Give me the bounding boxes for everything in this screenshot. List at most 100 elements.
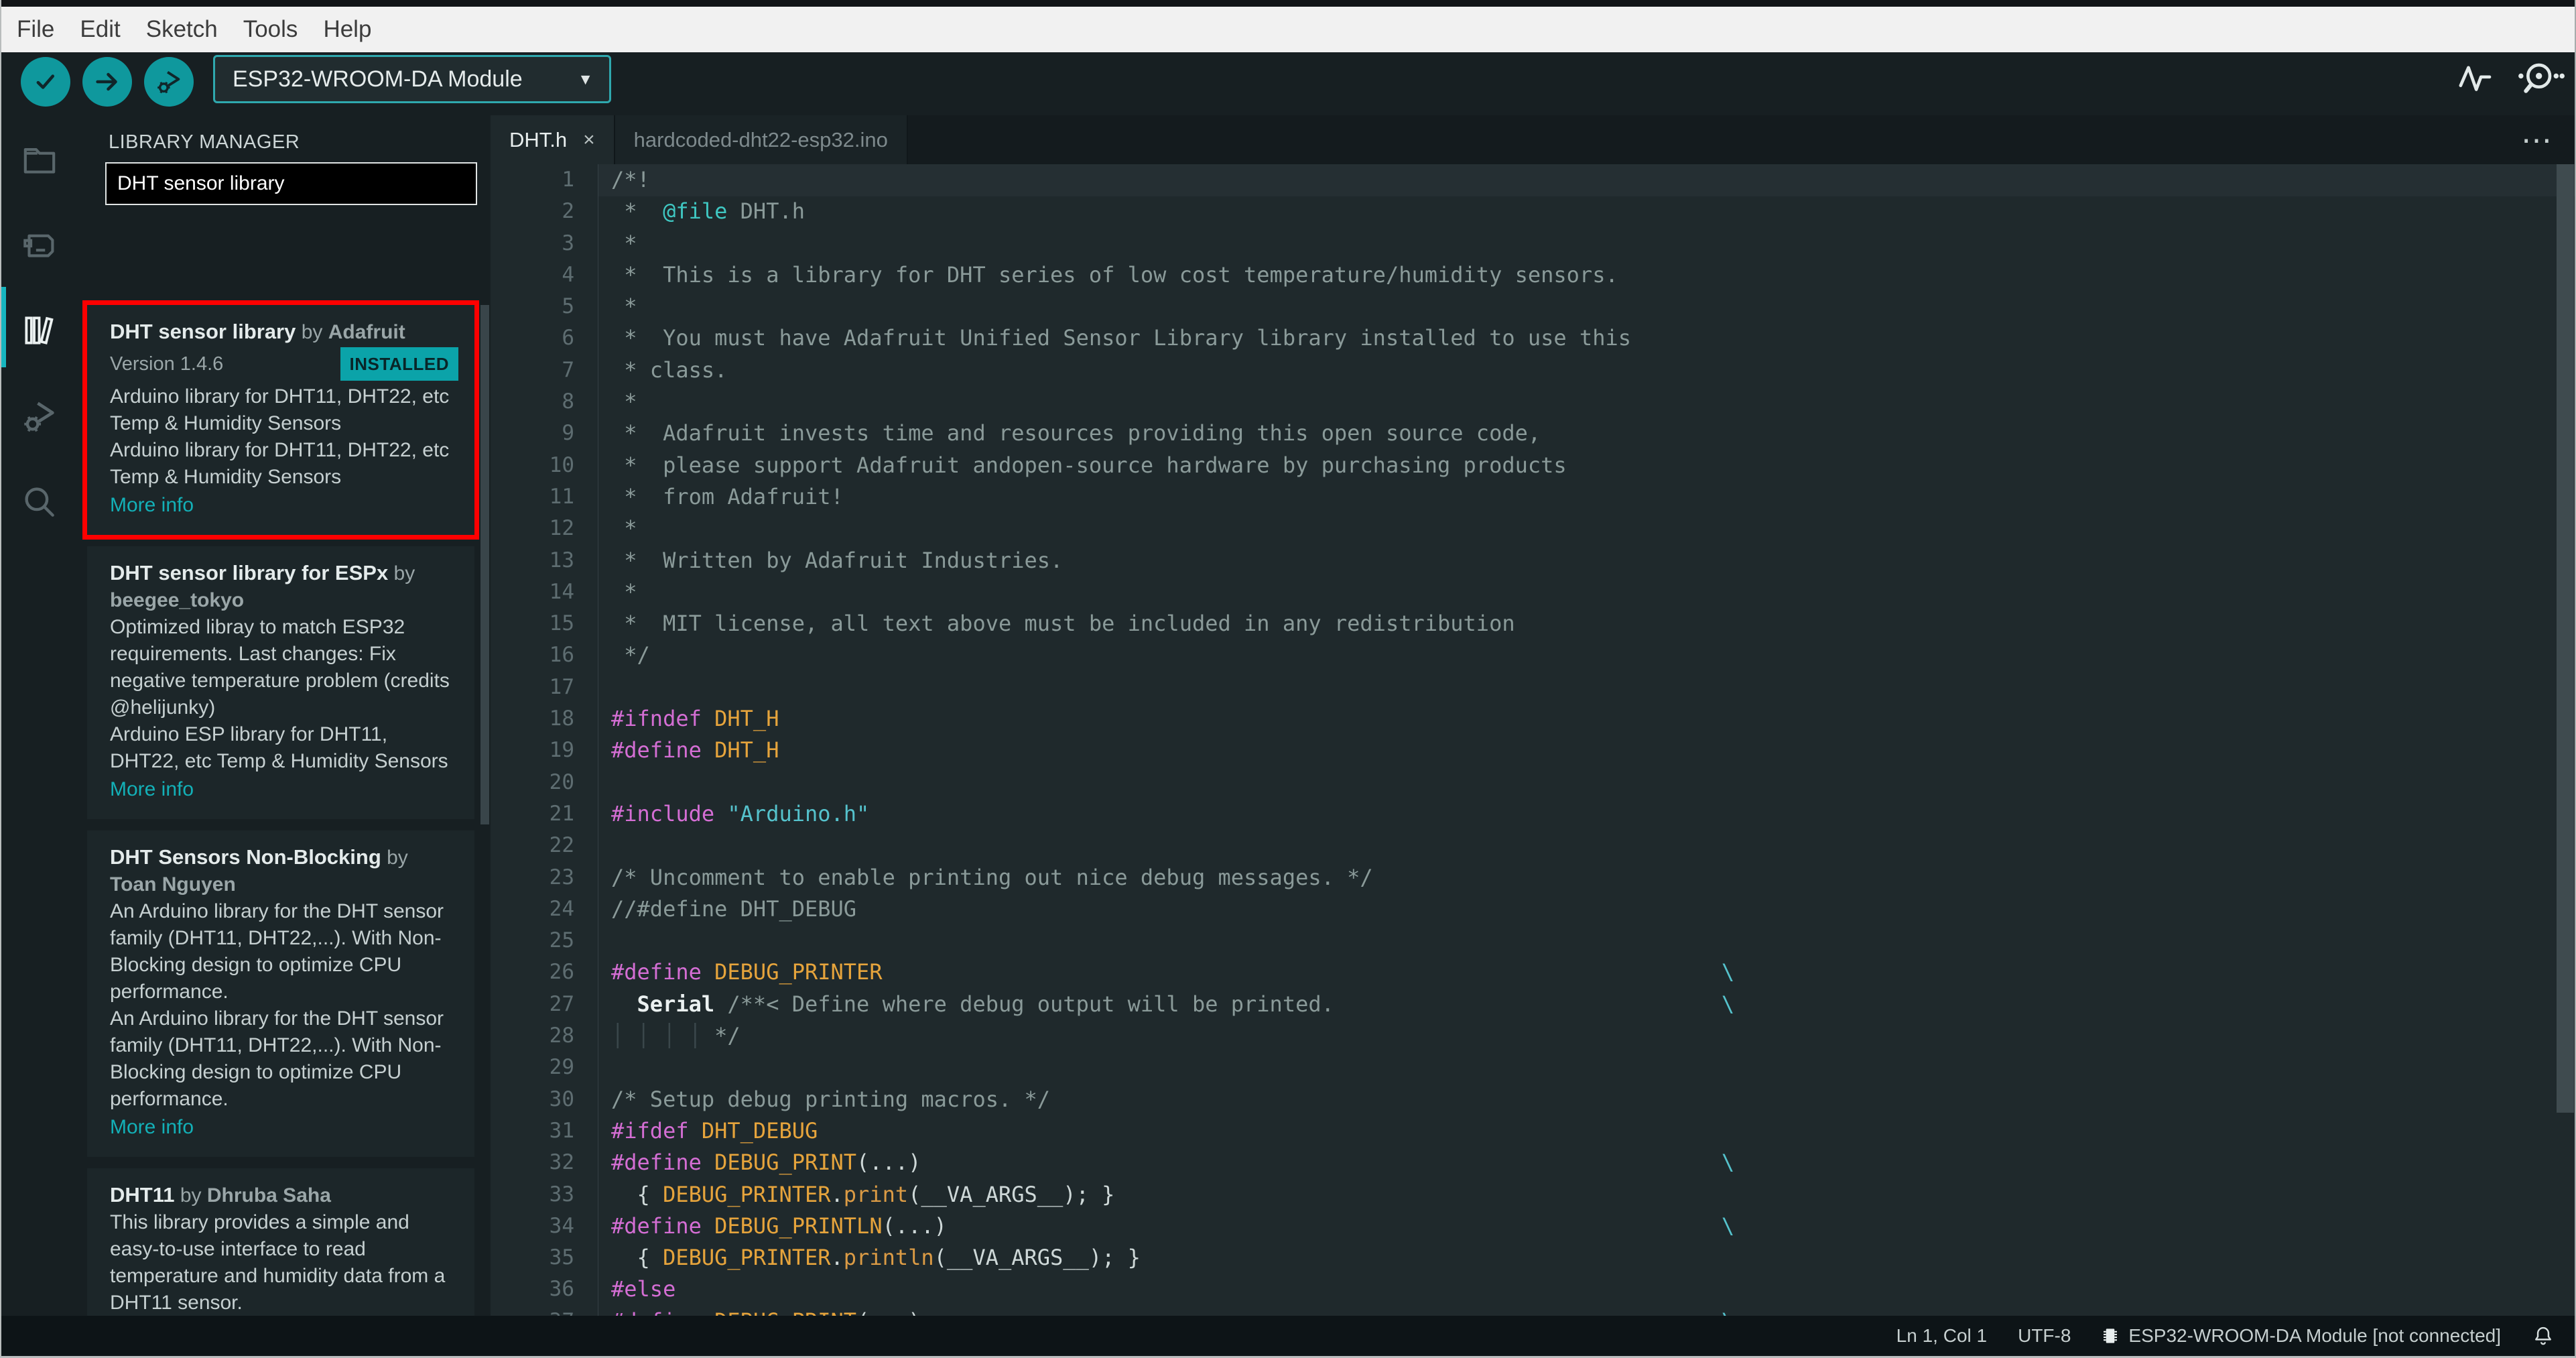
editor-scrollbar[interactable] [2557,164,2574,1113]
code-line: #include "Arduino.h" [611,800,870,826]
by-label: by [388,562,415,584]
line-number: 1 [562,168,574,192]
line-number: 6 [562,326,574,351]
menu-sketch[interactable]: Sketch [133,16,231,43]
debug-icon [24,402,54,432]
verify-button[interactable] [21,57,70,107]
by-label: by [296,321,328,343]
activity-sidebar [1,115,78,1316]
more-info-link[interactable]: More info [110,776,458,803]
right-arrow-icon [96,72,117,91]
code-line: #else [611,1276,676,1302]
code-line: /* Uncomment to enable printing out nice… [611,864,1373,890]
code-line: * [611,294,637,320]
more-info-link[interactable]: More info [110,492,458,519]
window-top-edge [1,0,2575,7]
tab-DHT.h[interactable]: DHT.h × [491,115,615,164]
panel-title: LIBRARY MANAGER [109,131,300,153]
upload-button[interactable] [82,57,132,107]
line-number: 24 [549,896,574,921]
line-number: 33 [549,1182,574,1207]
bell-icon [2535,1326,2551,1345]
code-line: #ifndef DHT_H [611,706,779,732]
line-number: 32 [549,1150,574,1175]
panel-scrollbar[interactable] [480,305,489,824]
library-description: An Arduino library for the DHT sensor fa… [110,900,444,1003]
code-line: * class. [611,357,728,383]
line-number: 20 [549,769,574,794]
line-number: 3 [562,231,574,255]
more-info-link[interactable]: More info [110,1114,458,1141]
code-line: #define DEBUG_PRINTER \ [611,959,1735,985]
code-line: #define DEBUG_PRINT(...) \ [611,1306,1734,1316]
library-author: beegee_tokyo [110,589,245,611]
line-number: 13 [549,548,574,572]
library-entry-title: DHT Sensors Non-Blocking by Toan Nguyen [110,844,458,898]
line-number: 34 [549,1213,574,1238]
library-entry[interactable]: DHT sensor library by Adafruit Version 1.… [82,300,479,540]
library-entry[interactable]: DHT11 by Dhruba Saha This library provide… [87,1168,474,1316]
library-author: Dhruba Saha [206,1184,331,1207]
code-line: │ │ │ │ */ [611,1023,740,1049]
library-entry[interactable]: DHT sensor library for ESPx by beegee_to… [87,546,474,819]
tab-hardcoded-dht22-esp32.ino[interactable]: hardcoded-dht22-esp32.ino [615,115,908,164]
library-name: DHT sensor library [110,320,296,343]
code-line: * [611,389,637,415]
code-editor-content[interactable]: /*! * @file DHT.h * * This is a library … [611,164,1734,1316]
line-number: 15 [549,611,574,636]
code-line: #ifdef DHT_DEBUG [611,1117,818,1144]
start-debugging-button[interactable] [144,57,194,107]
line-number: 12 [549,516,574,541]
line-number: 30 [549,1087,574,1111]
board-chip-icon [23,234,54,257]
line-number: 23 [549,865,574,889]
board-selector-dropdown[interactable]: ESP32-WROOM-DA Module ▼ [213,55,611,103]
library-entry[interactable]: DHT Sensors Non-Blocking by Toan Nguyen A… [87,830,474,1157]
line-number: 21 [549,801,574,826]
library-name: DHT11 [110,1183,175,1207]
line-number: 11 [549,484,574,509]
code-line: * This is a library for DHT series of lo… [611,261,1618,288]
notifications-button[interactable] [2532,1324,2555,1348]
line-number: 31 [549,1118,574,1143]
serial-plotter-button[interactable] [2457,60,2494,98]
sidebar-item-library-manager[interactable] [19,310,60,351]
editor-area: DHT.h × hardcoded-dht22-esp32.ino ⋯ 123456… [491,115,2575,1316]
line-number: 28 [549,1024,574,1048]
code-line: * from Adafruit! [611,483,844,509]
line-number: 10 [549,452,574,477]
line-number: 2 [562,199,574,224]
line-number: 5 [562,294,574,319]
code-line: * MIT license, all text above must be in… [611,611,1515,637]
board-connection-status[interactable]: ESP32-WROOM-DA Module [not connected] [2102,1325,2501,1347]
code-line: { DEBUG_PRINTER.println(__VA_ARGS__); } [611,1245,1141,1271]
menu-bar: File Edit Sketch Tools Help [1,7,2575,52]
code-line: * please support Adafruit andopen-source… [611,452,1567,478]
library-search-input[interactable] [105,162,477,205]
menu-help[interactable]: Help [310,16,384,43]
line-number: 22 [549,833,574,858]
menu-edit[interactable]: Edit [67,16,133,43]
line-number: 4 [562,262,574,287]
library-author: Adafruit [328,321,405,343]
encoding: UTF-8 [2018,1325,2071,1346]
sidebar-item-sketchbook[interactable] [19,139,60,180]
tab-strip: DHT.h × hardcoded-dht22-esp32.ino [491,115,2575,164]
library-description: Arduino ESP library for DHT11, DHT22, et… [110,723,448,772]
menu-tools[interactable]: Tools [231,16,311,43]
menu-file[interactable]: File [4,16,67,43]
sidebar-item-boards-manager[interactable] [19,225,60,266]
library-description: Optimized libray to match ESP32 requirem… [110,616,450,719]
code-line: /* Setup debug printing macros. */ [611,1086,1051,1112]
sidebar-item-search[interactable] [19,481,60,523]
sidebar-item-debug[interactable] [19,395,60,437]
close-tab-icon[interactable]: × [583,129,595,151]
line-number: 19 [549,738,574,763]
editor-overflow-menu[interactable]: ⋯ [2521,115,2556,164]
chip-icon [2104,1329,2118,1343]
code-line: * [611,578,637,605]
library-entry-title: DHT11 by Dhruba Saha [110,1182,458,1209]
code-line: * Written by Adafruit Industries. [611,547,1064,573]
serial-monitor-button[interactable] [2516,60,2565,98]
